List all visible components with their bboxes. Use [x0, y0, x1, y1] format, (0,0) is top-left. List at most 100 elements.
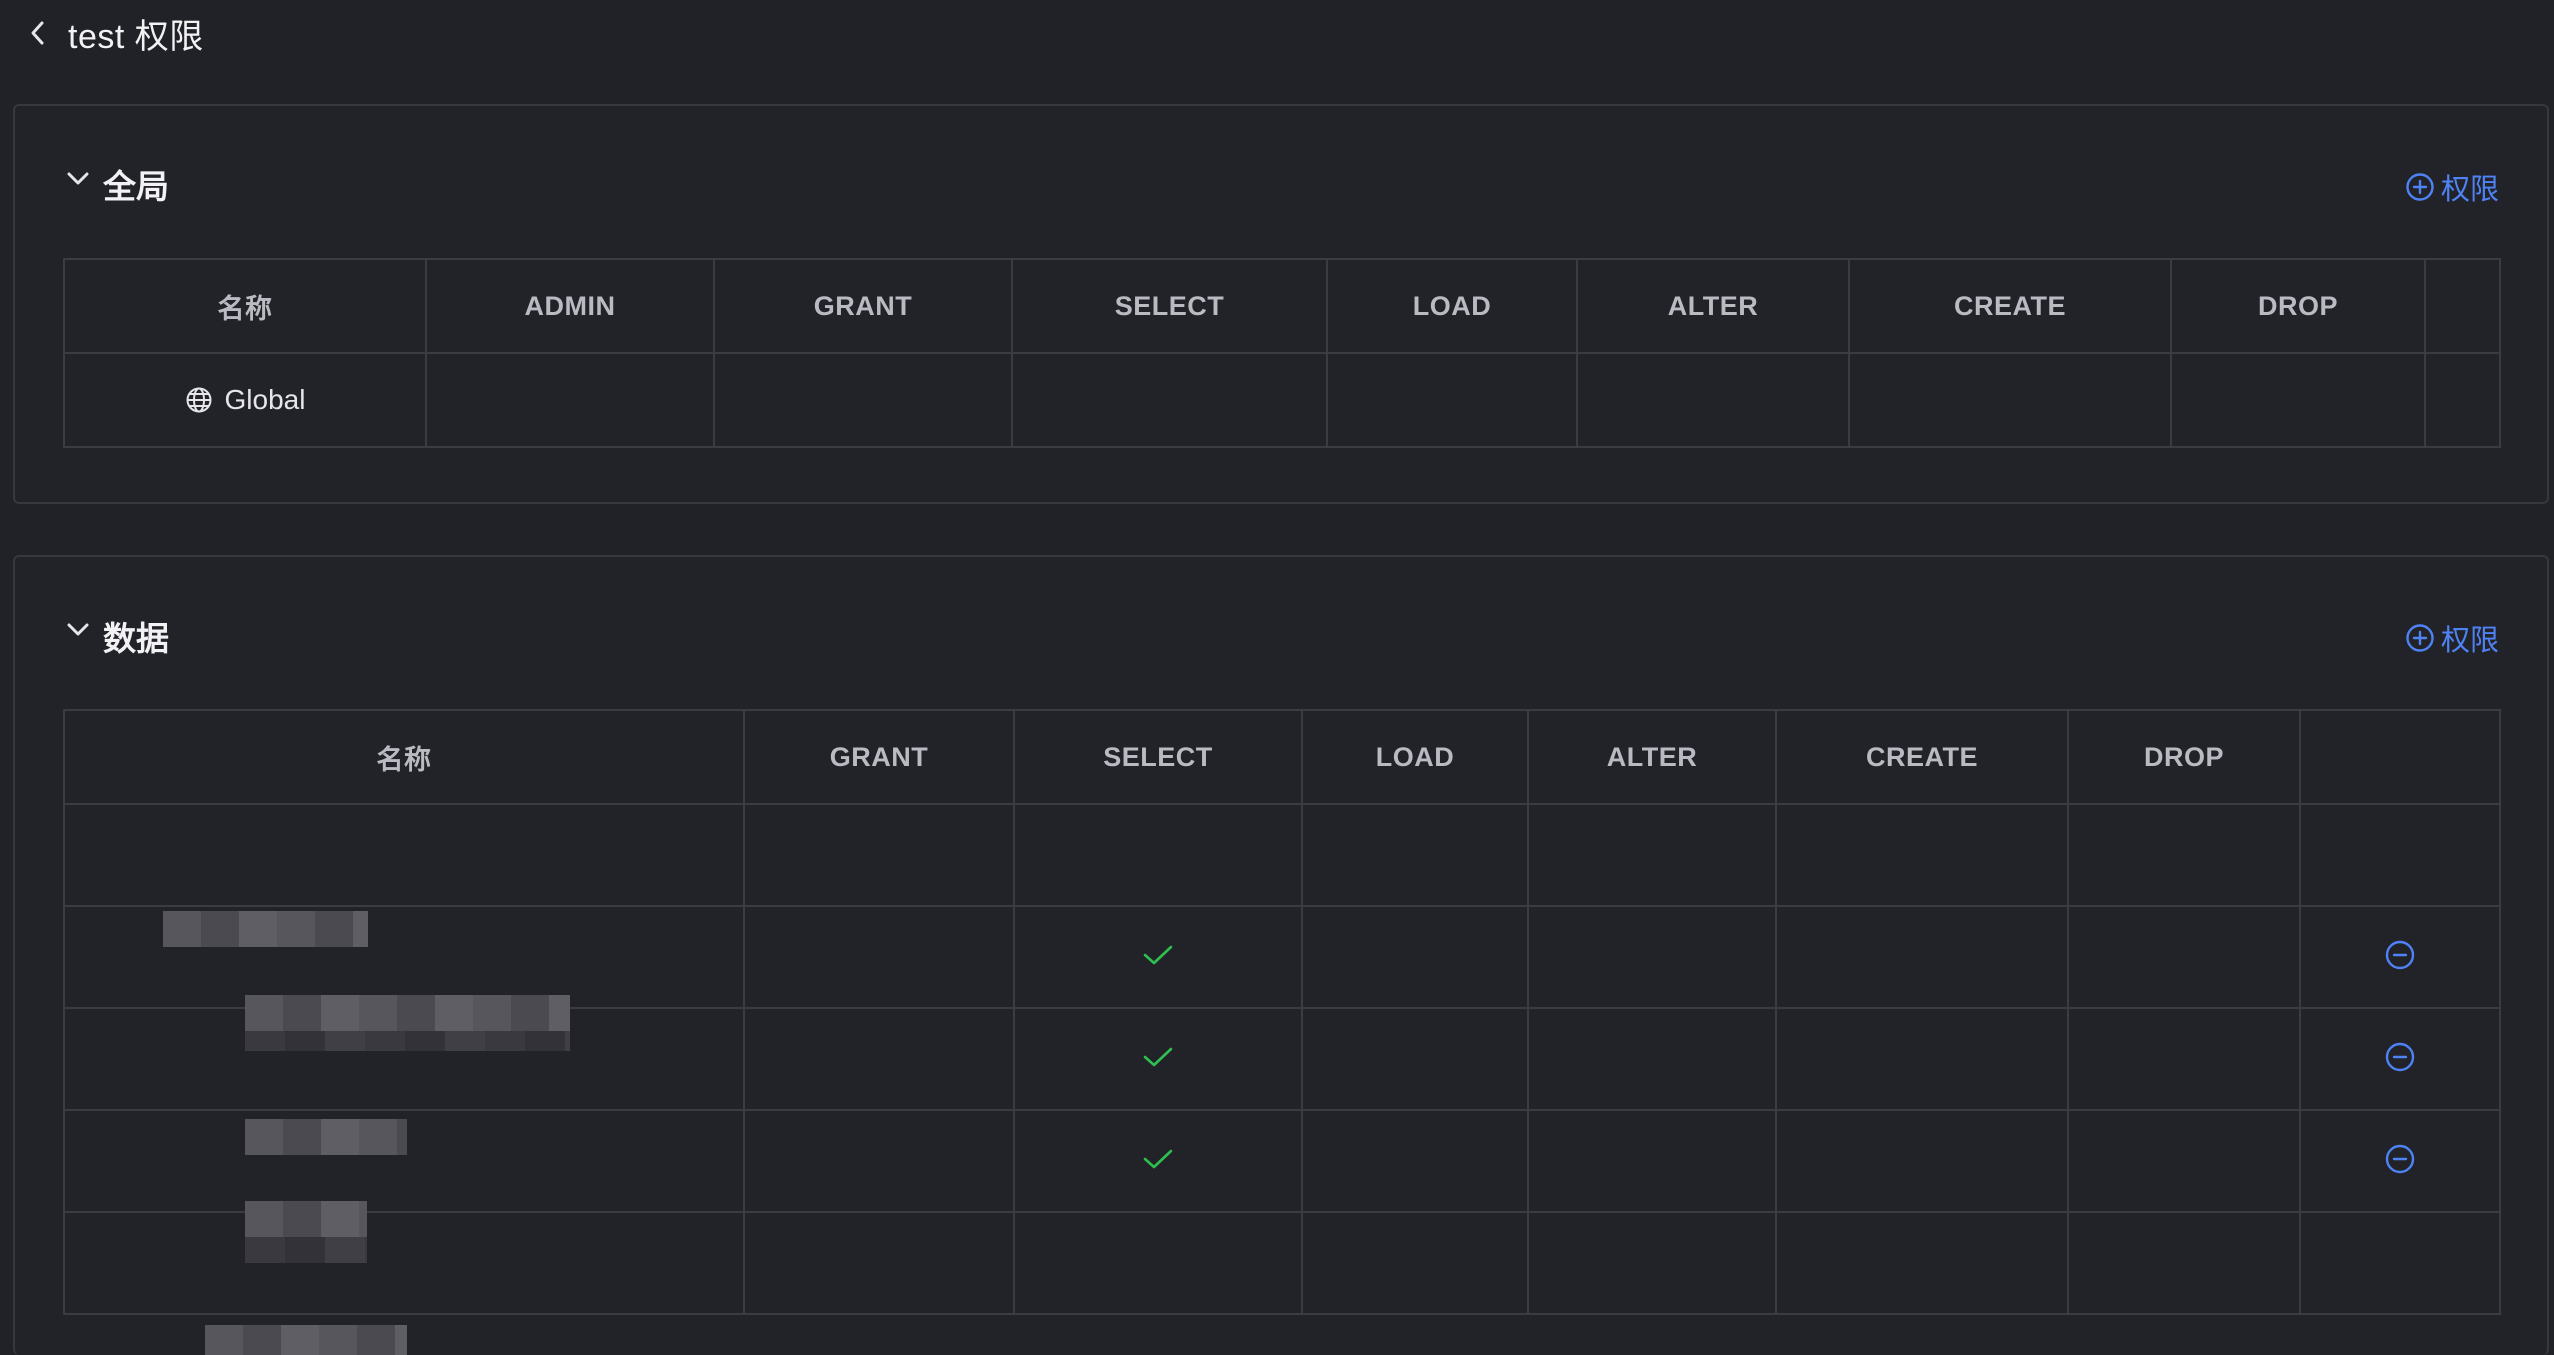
data-table-body — [63, 803, 2501, 1355]
minus-circle-icon — [2385, 1144, 2415, 1173]
create-cell[interactable] — [1775, 1007, 2069, 1111]
load-cell[interactable] — [1301, 1007, 1529, 1111]
table-row — [63, 803, 2501, 947]
column-header-alter: ALTER — [1527, 709, 1777, 805]
column-header-admin: ADMIN — [425, 258, 715, 354]
grant-cell[interactable] — [743, 1211, 1015, 1315]
plus-circle-icon — [2406, 624, 2434, 652]
add-data-permission-button[interactable]: 权限 — [2405, 617, 2499, 659]
row-name-cell — [63, 1211, 745, 1355]
alter-cell[interactable] — [1527, 1007, 1777, 1111]
drop-cell[interactable] — [2067, 905, 2301, 1009]
grant-cell[interactable] — [713, 352, 1013, 448]
drop-cell[interactable] — [2067, 1007, 2301, 1111]
column-header-actions — [2424, 258, 2501, 354]
data-section-header: 数据 权限 — [15, 557, 2547, 677]
remove-row-button[interactable] — [2384, 939, 2416, 971]
alter-cell[interactable] — [1576, 352, 1850, 448]
alter-cell[interactable] — [1527, 803, 1777, 907]
create-cell[interactable] — [1775, 1109, 2069, 1213]
drop-cell[interactable] — [2067, 1211, 2301, 1315]
table-row — [63, 1211, 2501, 1355]
drop-cell[interactable] — [2067, 1109, 2301, 1213]
create-cell[interactable] — [1848, 352, 2172, 448]
column-header-load: LOAD — [1301, 709, 1529, 805]
row-name-cell: Global — [63, 352, 427, 448]
add-data-permission-label: 权限 — [2440, 625, 2499, 657]
table-header-row: 名称 GRANT SELECT LOAD ALTER CREATE DROP — [63, 709, 2501, 805]
create-cell[interactable] — [1775, 905, 2069, 1009]
load-cell[interactable] — [1326, 352, 1578, 448]
actions-cell — [2299, 803, 2501, 907]
drop-cell[interactable] — [2067, 803, 2301, 907]
actions-cell — [2299, 1109, 2501, 1213]
alter-cell[interactable] — [1527, 1211, 1777, 1315]
load-cell[interactable] — [1301, 1211, 1529, 1315]
admin-cell[interactable] — [425, 352, 715, 448]
column-header-select: SELECT — [1011, 258, 1328, 354]
select-cell[interactable] — [1013, 803, 1303, 907]
column-header-grant: GRANT — [713, 258, 1013, 354]
remove-row-button[interactable] — [2384, 1143, 2416, 1175]
column-header-name: 名称 — [63, 258, 427, 354]
global-section-title: 全局 — [103, 168, 169, 205]
actions-cell — [2299, 905, 2501, 1009]
actions-cell — [2299, 1211, 2501, 1315]
column-header-drop: DROP — [2170, 258, 2426, 354]
global-permission-table: 名称 ADMIN GRANT SELECT LOAD ALTER CREATE … — [63, 258, 2501, 448]
data-section-title: 数据 — [103, 620, 169, 657]
row-name-cell — [63, 803, 745, 947]
table-header-row: 名称 ADMIN GRANT SELECT LOAD ALTER CREATE … — [63, 258, 2501, 354]
select-cell[interactable] — [1011, 352, 1328, 448]
column-header-drop: DROP — [2067, 709, 2301, 805]
column-header-load: LOAD — [1326, 258, 1578, 354]
select-cell[interactable] — [1013, 1109, 1303, 1213]
create-cell[interactable] — [1775, 1211, 2069, 1315]
plus-circle-icon — [2406, 173, 2434, 201]
minus-circle-icon — [2385, 940, 2415, 969]
alter-cell[interactable] — [1527, 905, 1777, 1009]
global-section: 全局 权限 名称 ADMIN GRANT SELECT LOAD ALTER C… — [13, 104, 2549, 504]
column-header-create: CREATE — [1775, 709, 2069, 805]
table-row — [63, 905, 2501, 1051]
select-cell[interactable] — [1013, 1007, 1303, 1111]
check-icon — [1143, 1148, 1173, 1170]
column-header-actions — [2299, 709, 2501, 805]
data-section: 数据 权限 名称 GRANT SELECT LOAD ALTER CREATE … — [13, 555, 2549, 1355]
row-name: Global — [224, 384, 306, 415]
page-header: test 权限 — [0, 0, 2554, 66]
table-row: Global — [63, 352, 2501, 448]
select-cell[interactable] — [1013, 905, 1303, 1009]
column-header-name: 名称 — [63, 709, 745, 805]
chevron-left-icon[interactable] — [24, 19, 52, 47]
grant-cell[interactable] — [743, 905, 1015, 1009]
column-header-select: SELECT — [1013, 709, 1303, 805]
actions-cell — [2424, 352, 2501, 448]
create-cell[interactable] — [1775, 803, 2069, 907]
check-icon — [1143, 1046, 1173, 1068]
actions-cell — [2299, 1007, 2501, 1111]
add-global-permission-button[interactable]: 权限 — [2405, 166, 2499, 208]
chevron-down-icon[interactable] — [65, 617, 91, 643]
chevron-down-icon[interactable] — [65, 166, 91, 192]
check-icon — [1143, 944, 1173, 966]
alter-cell[interactable] — [1527, 1109, 1777, 1213]
remove-row-button[interactable] — [2384, 1041, 2416, 1073]
grant-cell[interactable] — [743, 803, 1015, 907]
table-row — [63, 1109, 2501, 1263]
grant-cell[interactable] — [743, 1109, 1015, 1213]
grant-cell[interactable] — [743, 1007, 1015, 1111]
column-header-create: CREATE — [1848, 258, 2172, 354]
minus-circle-icon — [2385, 1042, 2415, 1071]
column-header-grant: GRANT — [743, 709, 1015, 805]
global-section-header: 全局 权限 — [15, 106, 2547, 226]
data-permission-table: 名称 GRANT SELECT LOAD ALTER CREATE DROP — [63, 709, 2501, 1355]
page-title: test 权限 — [68, 17, 204, 56]
load-cell[interactable] — [1301, 803, 1529, 907]
load-cell[interactable] — [1301, 905, 1529, 1009]
select-cell[interactable] — [1013, 1211, 1303, 1315]
column-header-alter: ALTER — [1576, 258, 1850, 354]
add-global-permission-label: 权限 — [2440, 174, 2499, 206]
drop-cell[interactable] — [2170, 352, 2426, 448]
load-cell[interactable] — [1301, 1109, 1529, 1213]
